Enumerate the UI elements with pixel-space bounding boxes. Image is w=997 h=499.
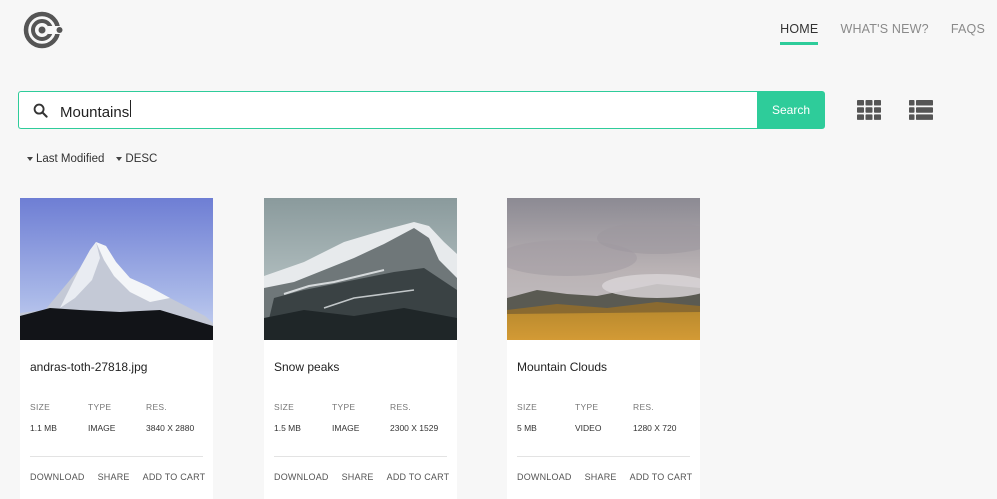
asset-thumbnail[interactable]	[20, 198, 213, 340]
download-button[interactable]: DOWNLOAD	[517, 472, 572, 482]
search-input[interactable]: Mountains	[60, 99, 710, 121]
type-value: VIDEO	[575, 423, 602, 433]
share-button[interactable]: SHARE	[342, 472, 374, 482]
sort-order-label: DESC	[125, 153, 158, 165]
asset-thumbnail[interactable]	[507, 198, 700, 340]
asset-actions: DOWNLOAD SHARE ADD TO CART	[30, 472, 205, 482]
size-label: SIZE	[517, 402, 538, 412]
asset-card[interactable]: Snow peaks SIZE TYPE RES. 1.5 MB IMAGE 2…	[264, 198, 457, 499]
asset-meta: SIZE TYPE RES. 1.1 MB IMAGE 3840 X 2880	[30, 402, 213, 433]
res-value: 3840 X 2880	[146, 423, 195, 433]
sort-field-label: Last Modified	[36, 153, 105, 165]
sort-field-dropdown[interactable]: Last Modified	[27, 153, 104, 165]
add-to-cart-button[interactable]: ADD TO CART	[387, 472, 450, 482]
res-label: RES.	[390, 402, 412, 412]
asset-meta: SIZE TYPE RES. 1.5 MB IMAGE 2300 X 1529	[274, 402, 457, 433]
sort-controls: Last Modified DESC	[27, 153, 157, 165]
size-value: 1.5 MB	[274, 423, 301, 433]
add-to-cart-button[interactable]: ADD TO CART	[143, 472, 206, 482]
type-label: TYPE	[575, 402, 599, 412]
res-label: RES.	[633, 402, 655, 412]
search-bar: Mountains Search	[18, 91, 825, 129]
type-value: IMAGE	[332, 423, 360, 433]
caret-down-icon	[116, 157, 123, 161]
asset-title: Mountain Clouds	[517, 360, 608, 374]
search-icon	[33, 103, 48, 118]
divider	[274, 456, 447, 457]
search-field[interactable]: Mountains	[18, 91, 757, 129]
nav-home[interactable]: HOME	[780, 20, 819, 45]
download-button[interactable]: DOWNLOAD	[274, 472, 329, 482]
res-value: 1280 X 720	[633, 423, 677, 433]
target-logo-icon[interactable]	[22, 9, 64, 51]
asset-thumbnail[interactable]	[264, 198, 457, 340]
type-label: TYPE	[332, 402, 356, 412]
asset-title: Snow peaks	[274, 360, 340, 374]
main-nav: HOME WHAT'S NEW? FAQS	[758, 20, 985, 45]
download-button[interactable]: DOWNLOAD	[30, 472, 85, 482]
asset-actions: DOWNLOAD SHARE ADD TO CART	[517, 472, 692, 482]
nav-whats-new[interactable]: WHAT'S NEW?	[840, 20, 928, 42]
res-label: RES.	[146, 402, 168, 412]
asset-meta: SIZE TYPE RES. 5 MB VIDEO 1280 X 720	[517, 402, 700, 433]
caret-down-icon	[27, 157, 33, 161]
view-toggles	[857, 100, 933, 120]
size-value: 1.1 MB	[30, 423, 57, 433]
size-value: 5 MB	[517, 423, 537, 433]
share-button[interactable]: SHARE	[98, 472, 130, 482]
size-label: SIZE	[274, 402, 295, 412]
sort-order-dropdown[interactable]: DESC	[116, 153, 157, 165]
type-label: TYPE	[88, 402, 112, 412]
search-button[interactable]: Search	[757, 91, 825, 129]
divider	[30, 456, 203, 457]
asset-card[interactable]: andras-toth-27818.jpg SIZE TYPE RES. 1.1…	[20, 198, 213, 499]
grid-view-icon[interactable]	[857, 100, 881, 120]
list-view-icon[interactable]	[909, 100, 933, 120]
add-to-cart-button[interactable]: ADD TO CART	[630, 472, 693, 482]
res-value: 2300 X 1529	[390, 423, 439, 433]
type-value: IMAGE	[88, 423, 116, 433]
asset-actions: DOWNLOAD SHARE ADD TO CART	[274, 472, 449, 482]
share-button[interactable]: SHARE	[585, 472, 617, 482]
nav-faqs[interactable]: FAQS	[951, 20, 985, 42]
size-label: SIZE	[30, 402, 51, 412]
asset-title: andras-toth-27818.jpg	[30, 360, 148, 374]
divider	[517, 456, 690, 457]
asset-card[interactable]: Mountain Clouds SIZE TYPE RES. 5 MB VIDE…	[507, 198, 700, 499]
